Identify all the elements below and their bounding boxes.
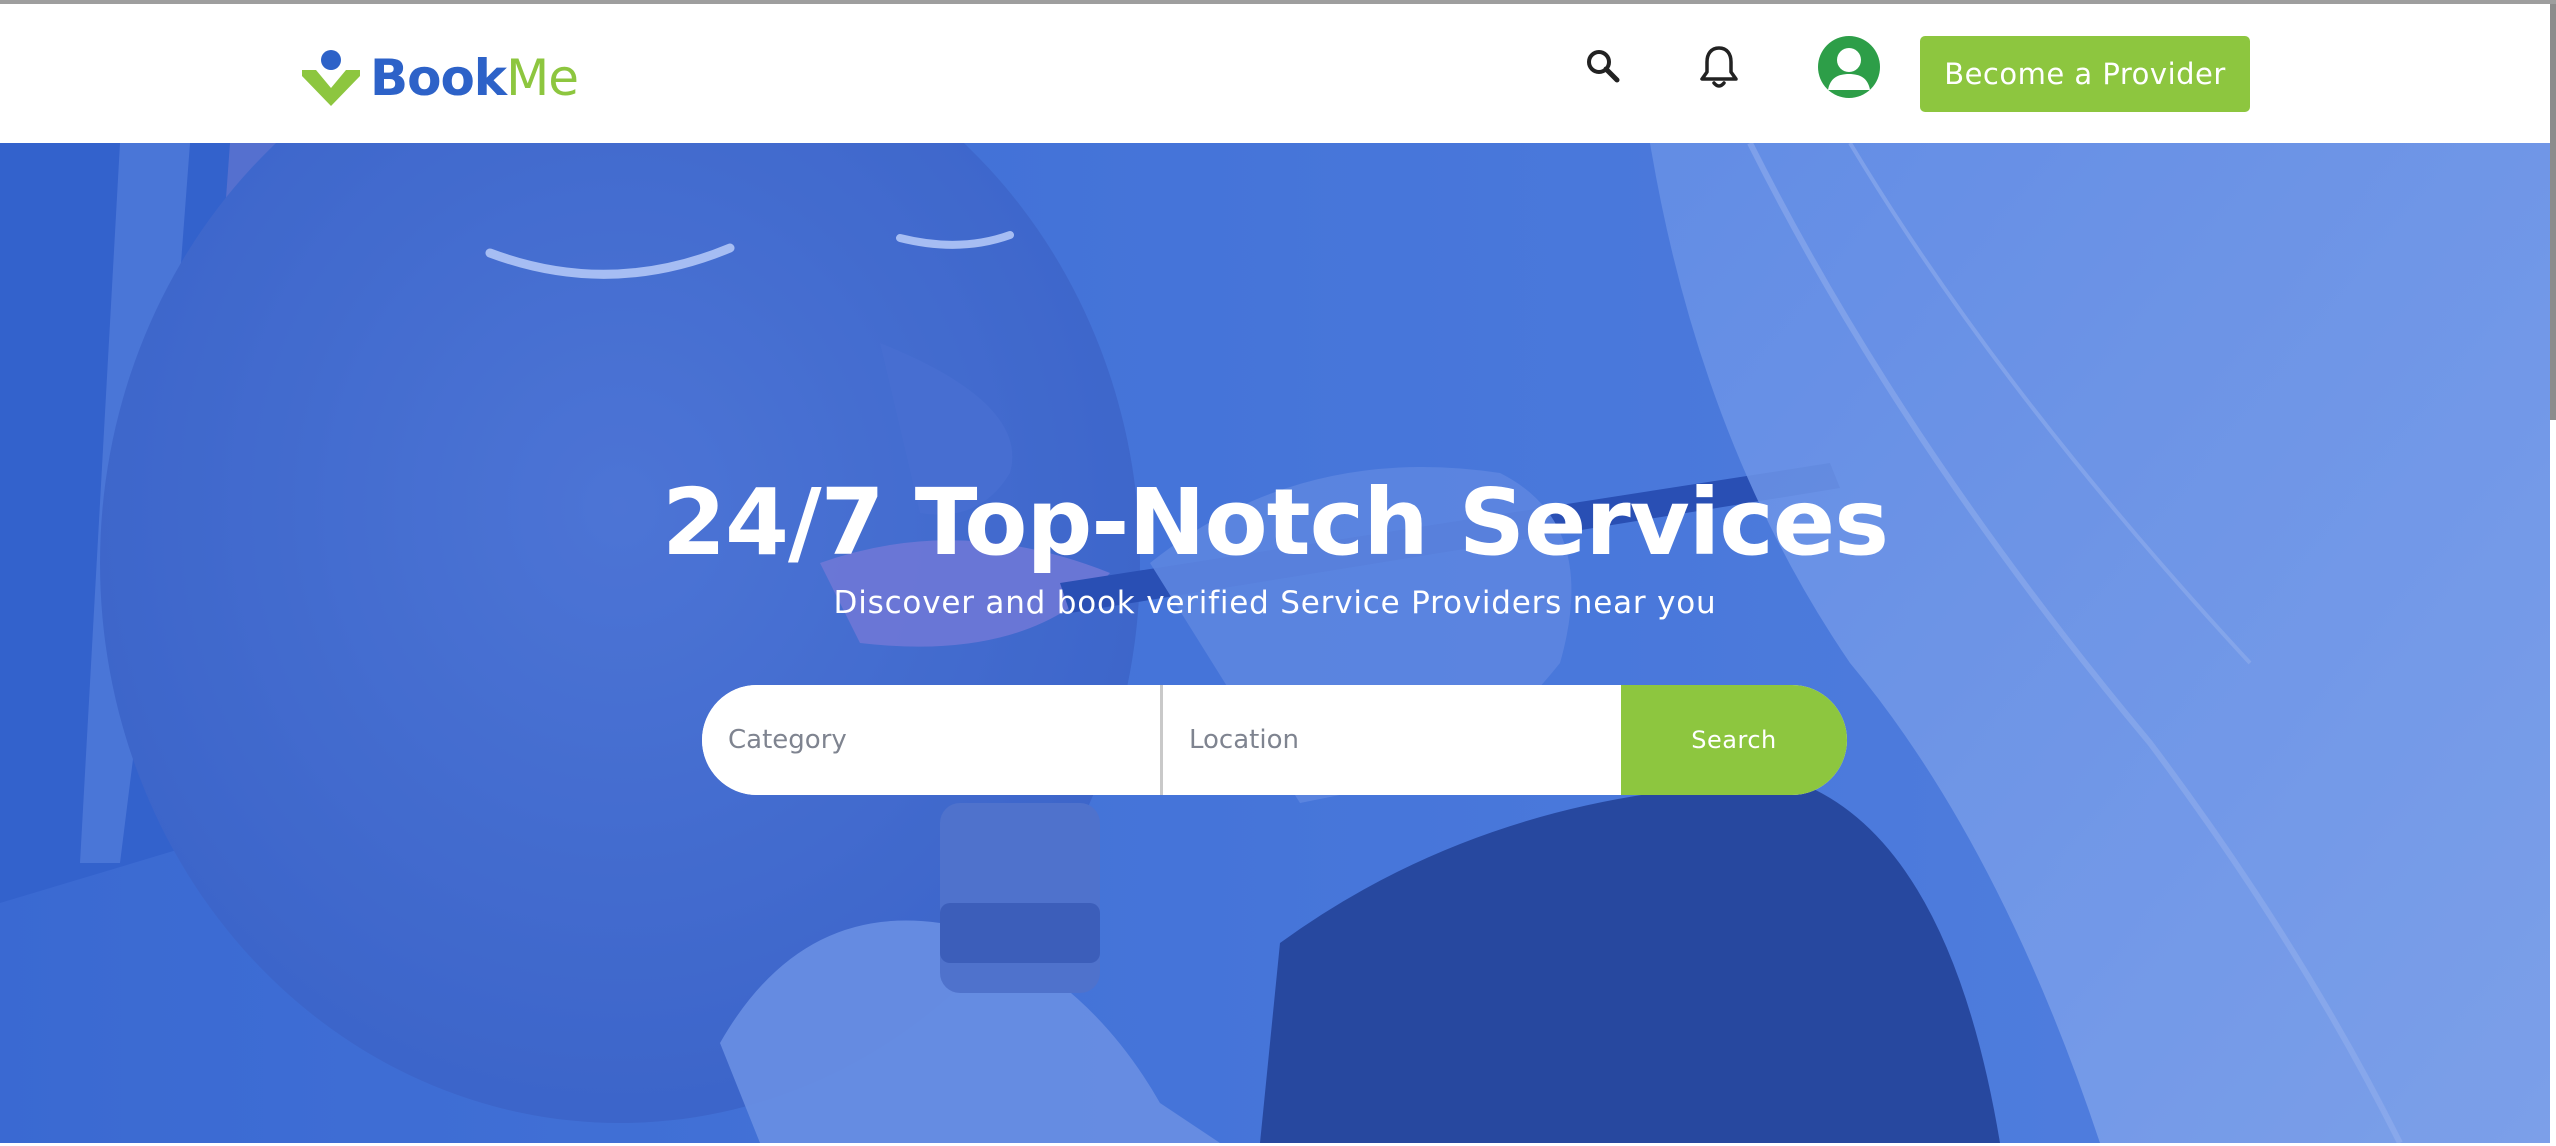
brand-name: BookMe — [370, 48, 579, 108]
scrollbar[interactable] — [2550, 4, 2556, 420]
navbar: BookMe Become a Provider — [0, 4, 2550, 143]
hero-subtitle: Discover and book verified Service Provi… — [833, 585, 1717, 621]
bell-icon[interactable] — [1697, 42, 1741, 92]
search-button[interactable]: Search — [1621, 685, 1847, 795]
category-input[interactable] — [702, 685, 1160, 795]
brand-name-book: Book — [370, 49, 507, 107]
user-avatar-icon[interactable] — [1818, 36, 1880, 98]
search-form: Search — [702, 685, 1847, 795]
hero-title: 24/7 Top-Notch Services — [662, 469, 1889, 576]
hero-blue-overlay — [0, 143, 2550, 1143]
page: BookMe Become a Provider 24/7 Top-Notch … — [0, 0, 2556, 1146]
logo-check-icon — [300, 48, 362, 108]
location-input[interactable] — [1163, 685, 1621, 795]
brand-logo[interactable]: BookMe — [300, 48, 579, 108]
become-provider-button[interactable]: Become a Provider — [1920, 36, 2250, 112]
hero-section: 24/7 Top-Notch Services Discover and boo… — [0, 143, 2550, 1143]
search-icon[interactable] — [1583, 44, 1623, 88]
brand-name-me: Me — [506, 49, 579, 107]
